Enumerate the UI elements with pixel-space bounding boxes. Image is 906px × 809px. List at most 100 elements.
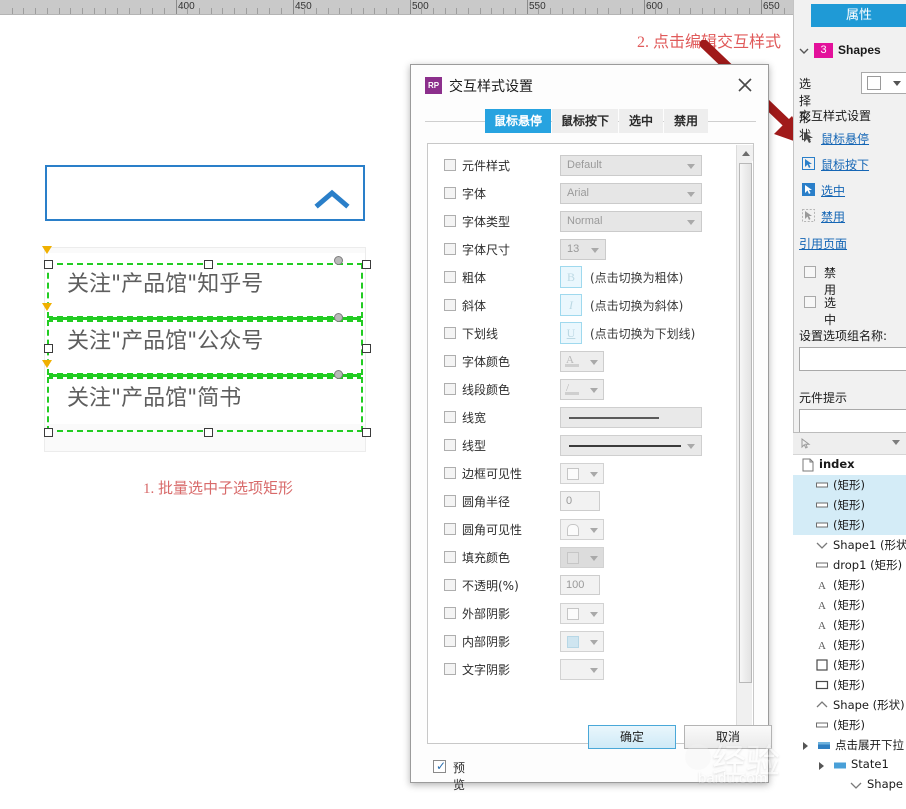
row-checkbox[interactable] bbox=[444, 495, 456, 507]
interaction-style-dialog[interactable]: RP 交互样式设置 鼠标悬停 鼠标按下 选中 禁用 元件样式 Default 字… bbox=[410, 64, 769, 792]
font-size-select[interactable]: 13 bbox=[560, 239, 606, 260]
resize-handle[interactable] bbox=[44, 428, 53, 437]
resize-handle[interactable] bbox=[362, 428, 371, 437]
link-reference-page[interactable]: 引用页面 bbox=[799, 235, 847, 252]
row-checkbox[interactable] bbox=[444, 271, 456, 283]
row-checkbox[interactable] bbox=[444, 579, 456, 591]
link-selected-style[interactable]: 选中 bbox=[821, 182, 845, 199]
italic-toggle-button[interactable]: I bbox=[560, 294, 582, 316]
font-type-select[interactable]: Normal bbox=[560, 211, 702, 232]
connector-dot[interactable] bbox=[334, 313, 343, 322]
tab-press[interactable]: 鼠标按下 bbox=[552, 109, 618, 133]
resize-handle[interactable] bbox=[362, 344, 371, 353]
corner-visibility-select[interactable] bbox=[560, 519, 604, 540]
tree-item[interactable]: drop1 (矩形) bbox=[793, 555, 906, 575]
close-icon[interactable] bbox=[730, 70, 760, 100]
line-width-select[interactable] bbox=[560, 407, 702, 428]
tree-item[interactable]: (矩形) bbox=[793, 475, 906, 495]
connector-dot[interactable] bbox=[334, 370, 343, 379]
tree-item[interactable]: State1 bbox=[793, 755, 906, 775]
row-checkbox[interactable] bbox=[444, 635, 456, 647]
scroll-up-button[interactable] bbox=[737, 145, 753, 161]
tree-item[interactable]: (矩形) bbox=[793, 495, 906, 515]
tree-item[interactable]: (矩形) bbox=[793, 715, 906, 735]
row-checkbox[interactable] bbox=[444, 663, 456, 675]
tab-selected[interactable]: 选中 bbox=[619, 109, 663, 133]
row-checkbox[interactable] bbox=[444, 299, 456, 311]
row-label: 圆角半径 bbox=[462, 495, 511, 509]
link-press-style[interactable]: 鼠标按下 bbox=[821, 156, 869, 173]
expand-triangle-icon[interactable] bbox=[803, 742, 808, 750]
row-checkbox[interactable] bbox=[444, 551, 456, 563]
row-checkbox[interactable] bbox=[444, 243, 456, 255]
row-checkbox[interactable] bbox=[444, 523, 456, 535]
tree-item[interactable]: (矩形) bbox=[793, 655, 906, 675]
resize-handle[interactable] bbox=[44, 344, 53, 353]
tree-item[interactable]: 点击展开下拉 bbox=[793, 735, 906, 755]
disabled-checkbox[interactable] bbox=[804, 266, 816, 278]
bold-toggle-button[interactable]: B bbox=[560, 266, 582, 288]
link-hover-style[interactable]: 鼠标悬停 bbox=[821, 130, 869, 147]
row-checkbox[interactable] bbox=[444, 607, 456, 619]
widget-style-select[interactable]: Default bbox=[560, 155, 702, 176]
tree-item[interactable]: (矩形) bbox=[793, 675, 906, 695]
row-checkbox[interactable] bbox=[444, 439, 456, 451]
font-color-picker[interactable]: A bbox=[560, 351, 604, 372]
tree-item[interactable]: A (矩形) bbox=[793, 575, 906, 595]
row-checkbox[interactable] bbox=[444, 159, 456, 171]
group-name-input[interactable] bbox=[799, 347, 906, 371]
corner-radius-input[interactable]: 0 bbox=[560, 491, 600, 511]
font-select[interactable]: Arial bbox=[560, 183, 702, 204]
fill-color-picker[interactable] bbox=[560, 547, 604, 568]
tree-item[interactable]: (矩形) bbox=[793, 515, 906, 535]
cancel-button[interactable]: 取消 bbox=[684, 725, 772, 749]
line-color-picker[interactable]: / bbox=[560, 379, 604, 400]
row-widget-style: 元件样式 Default bbox=[428, 152, 737, 180]
line-type-select[interactable] bbox=[560, 435, 702, 456]
tree-item[interactable]: Shape bbox=[793, 775, 906, 795]
underline-toggle-button[interactable]: U bbox=[560, 322, 582, 344]
row-label: 斜体 bbox=[462, 299, 487, 313]
resize-handle[interactable] bbox=[204, 428, 213, 437]
tab-properties[interactable]: 属性 bbox=[811, 4, 906, 27]
border-visibility-select[interactable] bbox=[560, 463, 604, 484]
row-checkbox[interactable] bbox=[444, 411, 456, 423]
row-checkbox[interactable] bbox=[444, 467, 456, 479]
text-shadow-select[interactable] bbox=[560, 659, 604, 680]
cursor-disabled-icon bbox=[802, 209, 815, 222]
preview-checkbox[interactable]: ✓ bbox=[433, 759, 446, 773]
tree-item[interactable]: index bbox=[793, 455, 906, 475]
resize-handle[interactable] bbox=[204, 260, 213, 269]
chevron-down-icon bbox=[687, 192, 695, 197]
tab-hover[interactable]: 鼠标悬停 bbox=[485, 109, 551, 133]
shape-select-dropdown[interactable] bbox=[861, 72, 906, 94]
row-opacity: 不透明(%) 100 bbox=[428, 572, 737, 600]
opacity-input[interactable]: 100 bbox=[560, 575, 600, 595]
resize-handle[interactable] bbox=[362, 260, 371, 269]
dialog-scrollbar[interactable] bbox=[736, 145, 753, 743]
tree-item[interactable]: A (矩形) bbox=[793, 595, 906, 615]
widget-tip-input[interactable] bbox=[799, 409, 906, 433]
chevron-down-icon[interactable] bbox=[892, 440, 900, 445]
row-checkbox[interactable] bbox=[444, 383, 456, 395]
inner-shadow-select[interactable] bbox=[560, 631, 604, 652]
scrollbar-thumb[interactable] bbox=[739, 163, 752, 683]
outer-shadow-select[interactable] bbox=[560, 603, 604, 624]
row-checkbox[interactable] bbox=[444, 187, 456, 199]
tree-item[interactable]: Shape1 (形状) bbox=[793, 535, 906, 555]
row-checkbox[interactable] bbox=[444, 215, 456, 227]
selected-checkbox[interactable] bbox=[804, 296, 816, 308]
ok-button[interactable]: 确定 bbox=[588, 725, 676, 749]
resize-handle[interactable] bbox=[44, 260, 53, 269]
square-outline-icon bbox=[815, 678, 829, 692]
connector-dot[interactable] bbox=[334, 256, 343, 265]
row-checkbox[interactable] bbox=[444, 327, 456, 339]
chevron-down-icon[interactable] bbox=[798, 45, 810, 57]
row-checkbox[interactable] bbox=[444, 355, 456, 367]
tree-item[interactable]: Shape (形状) bbox=[793, 695, 906, 715]
expand-triangle-icon[interactable] bbox=[819, 762, 824, 770]
tab-disabled[interactable]: 禁用 bbox=[664, 109, 708, 133]
tree-item[interactable]: A (矩形) bbox=[793, 615, 906, 635]
link-disabled-style[interactable]: 禁用 bbox=[821, 208, 845, 225]
tree-item[interactable]: A (矩形) bbox=[793, 635, 906, 655]
